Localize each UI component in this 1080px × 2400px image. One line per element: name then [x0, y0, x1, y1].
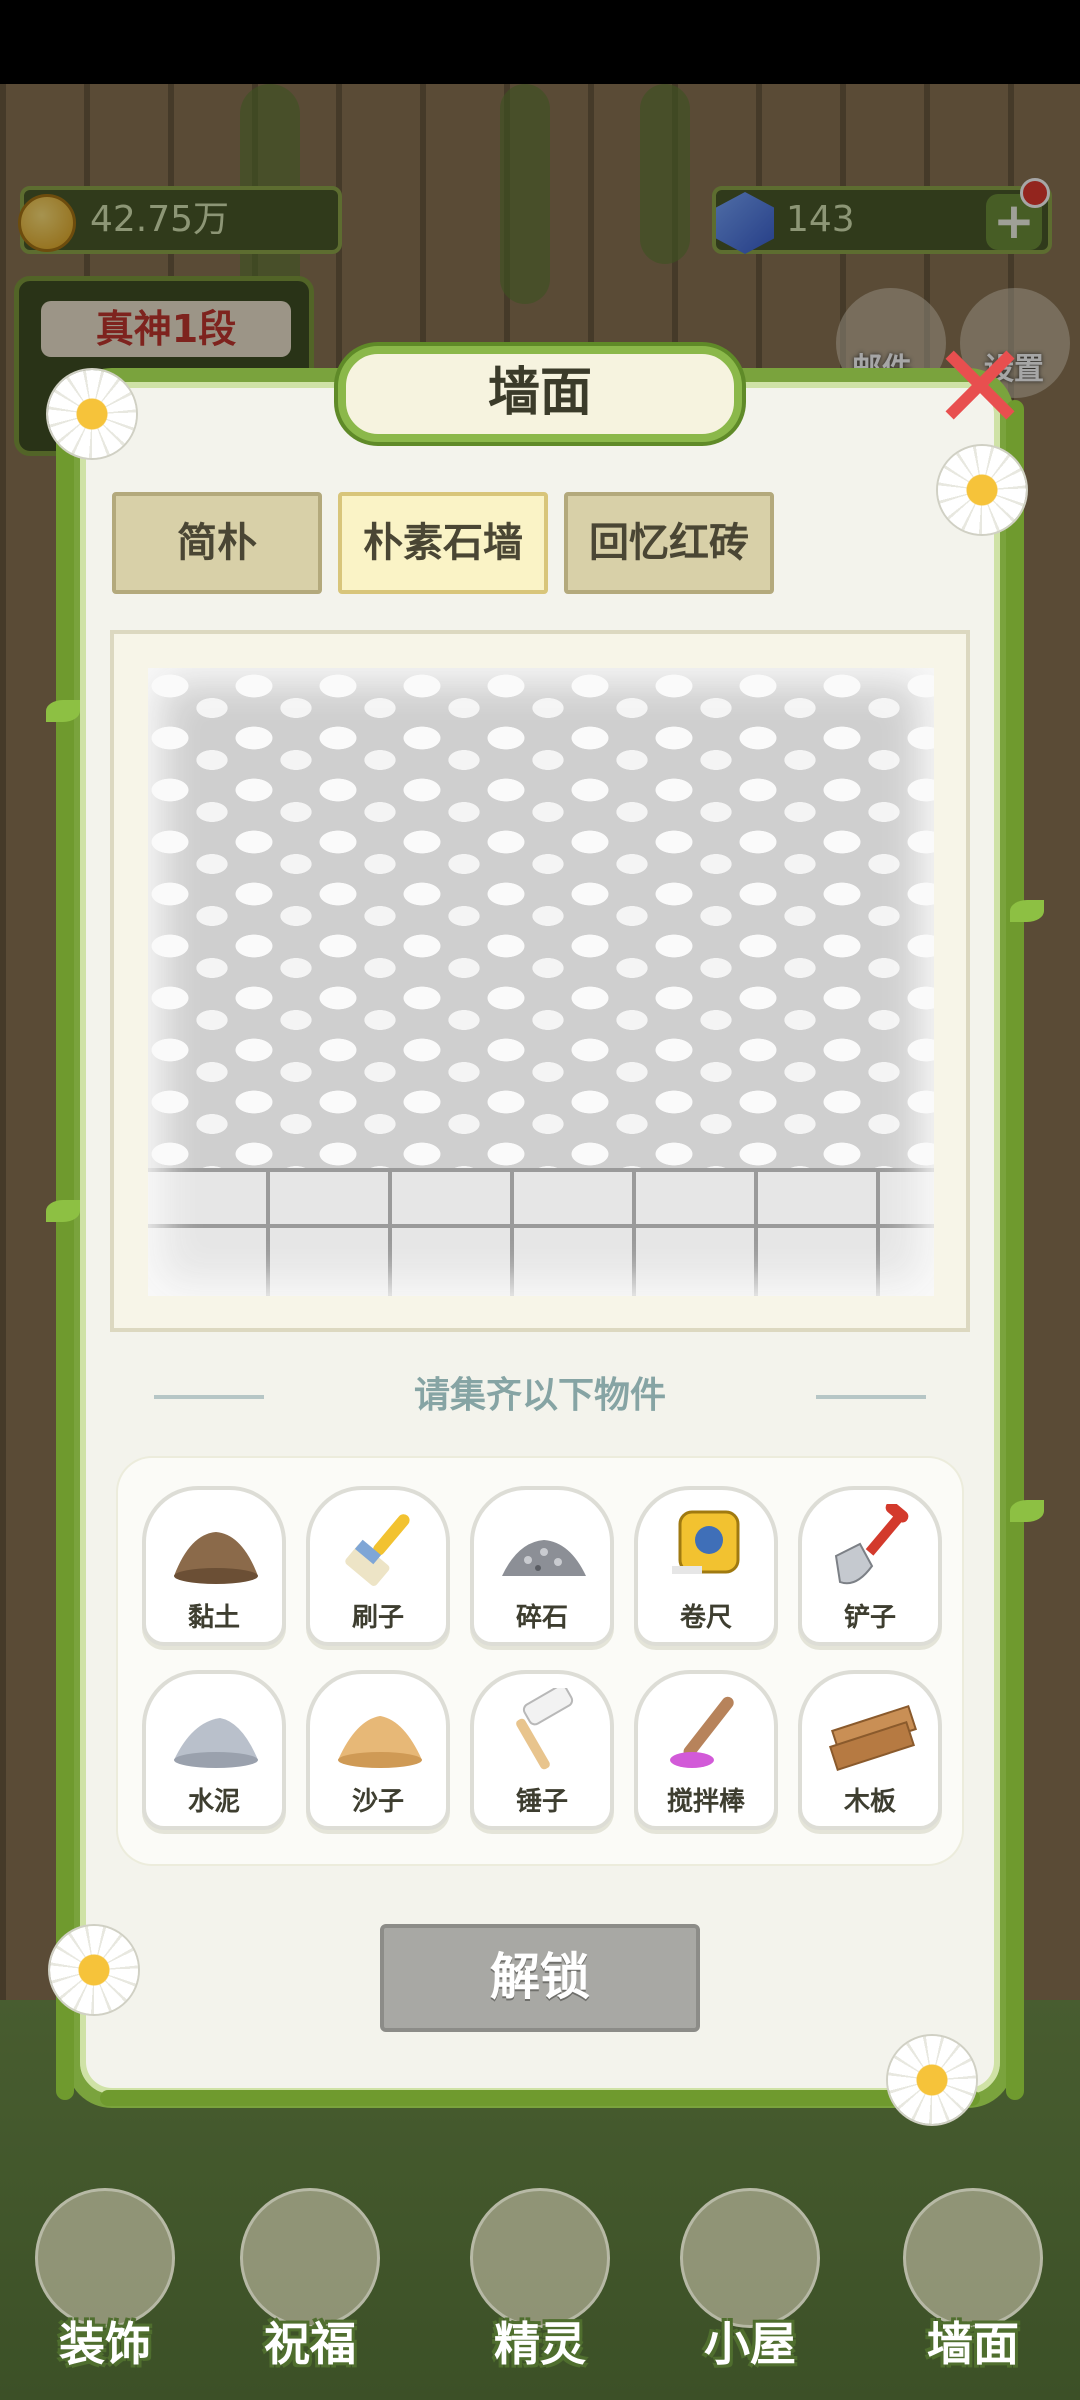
stir-stick-icon [670, 1696, 734, 1768]
daisy-icon [938, 446, 1026, 534]
item-label: 沙子 [351, 1787, 404, 1817]
nav-label: 墙面 [927, 2317, 1019, 2371]
spirit-avatar-icon [470, 2188, 610, 2328]
hammer-icon [516, 1688, 574, 1770]
shovel-icon [834, 1504, 909, 1585]
style-tabs: 简朴 朴素石墙 回忆红砖 [112, 492, 774, 594]
stone-wall-image [148, 668, 934, 1296]
leaf-decoration [1010, 900, 1044, 922]
nav-wall[interactable]: 墙面 [888, 2188, 1058, 2388]
vine-decoration [1006, 400, 1024, 2100]
gravel-icon [502, 1540, 586, 1576]
item-label: 刷子 [351, 1603, 404, 1633]
item-hammer[interactable]: 锤子 [470, 1670, 614, 1830]
daisy-icon [48, 370, 136, 458]
bottom-nav: 装饰 祝福 精灵 小屋 墙面 [0, 2168, 1080, 2400]
close-button[interactable]: ✕ [930, 328, 1030, 446]
vine-decoration [100, 2090, 980, 2106]
item-shovel[interactable]: 铲子 [798, 1486, 942, 1646]
item-cement[interactable]: 水泥 [142, 1670, 286, 1830]
item-label: 黏土 [187, 1603, 240, 1633]
wood-plank-icon [828, 1704, 918, 1772]
tab-simple[interactable]: 简朴 [112, 492, 322, 594]
brush-icon [345, 1514, 410, 1586]
sand-pile-icon [338, 1716, 422, 1768]
bell-icon [903, 2188, 1043, 2328]
leaf-decoration [46, 1200, 80, 1222]
tab-plain-stone-wall[interactable]: 朴素石墙 [338, 492, 548, 594]
item-tape-measure[interactable]: 卷尺 [634, 1486, 778, 1646]
required-items-panel: 黏土 刷子 碎石 卷尺 铲子 水泥 沙子 锤子 搅拌棒 木板 [118, 1458, 962, 1864]
butterfly-icon [240, 2188, 380, 2328]
clay-pile-icon [174, 1532, 258, 1584]
item-sand[interactable]: 沙子 [306, 1670, 450, 1830]
nav-label: 精灵 [494, 2317, 586, 2371]
item-label: 卷尺 [679, 1603, 732, 1633]
item-wood-plank[interactable]: 木板 [798, 1670, 942, 1830]
daisy-icon [888, 2036, 976, 2124]
nav-label: 祝福 [264, 2317, 356, 2371]
item-label: 锤子 [515, 1787, 568, 1817]
daisy-icon [50, 1926, 138, 2014]
nav-blessing[interactable]: 祝福 [225, 2188, 395, 2388]
collect-items-heading: 请集齐以下物件 [110, 1366, 970, 1426]
item-clay[interactable]: 黏土 [142, 1486, 286, 1646]
tape-measure-icon [672, 1510, 740, 1574]
leaf-decoration [46, 700, 80, 722]
cement-pile-icon [174, 1718, 258, 1768]
item-stir-stick[interactable]: 搅拌棒 [634, 1670, 778, 1830]
dialog-title: 墙面 [338, 346, 742, 442]
item-label: 搅拌棒 [666, 1787, 745, 1817]
vine-decoration [56, 400, 74, 2100]
unlock-button[interactable]: 解锁 [380, 1924, 700, 2032]
house-icon [680, 2188, 820, 2328]
plant-icon [35, 2188, 175, 2328]
nav-decoration[interactable]: 装饰 [20, 2188, 190, 2388]
nav-label: 装饰 [59, 2317, 151, 2371]
item-label: 木板 [843, 1787, 896, 1817]
nav-label: 小屋 [704, 2317, 796, 2371]
item-label: 水泥 [187, 1787, 240, 1817]
nav-spirit[interactable]: 精灵 [455, 2188, 625, 2388]
item-gravel[interactable]: 碎石 [470, 1486, 614, 1646]
item-brush[interactable]: 刷子 [306, 1486, 450, 1646]
nav-cottage[interactable]: 小屋 [665, 2188, 835, 2388]
leaf-decoration [1010, 1500, 1044, 1522]
item-label: 铲子 [843, 1603, 896, 1633]
item-label: 碎石 [515, 1603, 568, 1633]
wall-preview [110, 630, 970, 1332]
tab-memory-red-brick[interactable]: 回忆红砖 [564, 492, 774, 594]
